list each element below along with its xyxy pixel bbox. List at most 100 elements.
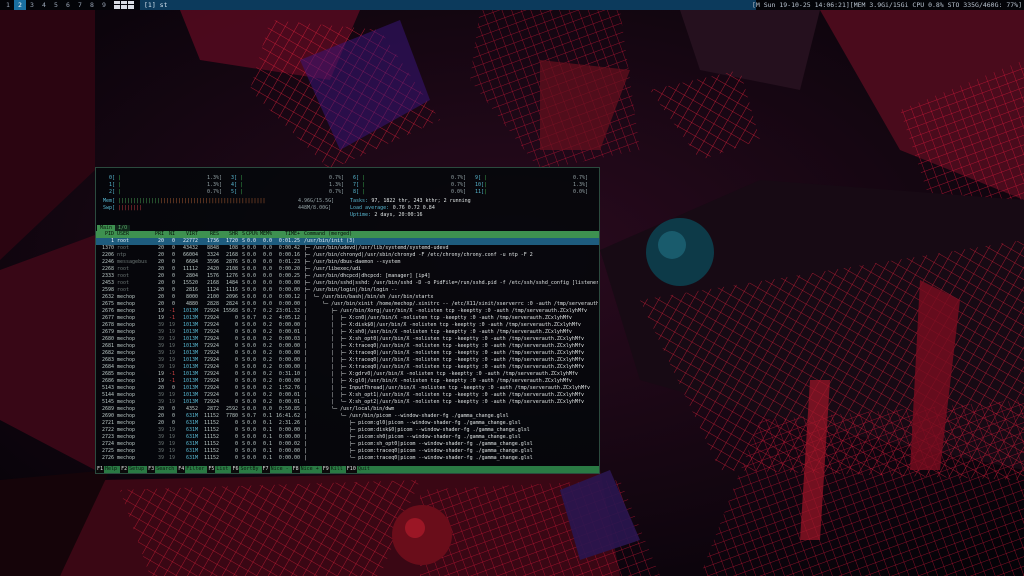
process-row[interactable]: 2723 mechop 39 19 631M 11152 0 S 0.0 0.1 0:00.00 │ … <box>96 434 599 441</box>
process-row[interactable]: 2333 root 20 0 2804 1576 1276 S 0.0 0.0 0:00.25 ├─ … <box>96 273 599 280</box>
cpu-meter-bar: | <box>118 189 122 195</box>
function-key-bar: F1 Help F2 Setup F3 Search F4 Filter F5 List F6 Sor… <box>96 466 599 473</box>
process-row[interactable]: 2725 mechop 39 19 631M 11152 0 S 0.0 0.1 0:00.00 │ … <box>96 448 599 455</box>
layout-icon[interactable] <box>114 1 136 9</box>
htop-terminal[interactable]: 0[| 1.3%] 3[| 0.7%] 6[| 0.7%] 9[| 0.7%] 1[| 1.3%]… <box>95 167 600 474</box>
process-cell-command-merged: │ │ ├─ X:traceq0|/usr/bin/X -nolisten tc… <box>304 357 584 363</box>
process-row[interactable]: 2675 mechop 20 0 4880 2828 2824 S 0.0 0.0 0:00.00 │… <box>96 301 599 308</box>
process-row[interactable]: 2686 mechop 19 -1 1013M 72924 0 S 0.0 0.2 0:00.00 │… <box>96 378 599 385</box>
process-cell-user: mechop <box>117 441 136 447</box>
process-row[interactable]: 2682 mechop 39 19 1013M 72924 0 S 0.0 0.2 0:00.00 │… <box>96 350 599 357</box>
fkey-label-setup[interactable]: Setup <box>128 466 147 473</box>
process-cell-time: 0:00.00 <box>278 357 300 363</box>
process-cell-command-merged: │ ├─ picom:sh_opt0|picom --window-shader… <box>304 441 533 447</box>
fkey-label-help[interactable]: Help <box>104 466 120 473</box>
tag-7[interactable]: 7 <box>74 0 86 10</box>
process-row[interactable]: 5144 mechop 39 19 1013M 72924 0 S 0.0 0.2 0:00.01 │… <box>96 392 599 399</box>
fkey-f10[interactable]: F10 <box>345 466 357 473</box>
process-cell-ni: 0 <box>171 406 175 412</box>
fkey-f1[interactable]: F1 <box>96 466 105 473</box>
fkey-f5[interactable]: F5 <box>207 466 216 473</box>
fkey-label-nice-[interactable]: Nice + <box>300 466 322 473</box>
tag-3[interactable]: 3 <box>26 0 38 10</box>
process-cell-pid: 2722 <box>101 427 114 433</box>
tag-2[interactable]: 2 <box>14 0 26 10</box>
process-row[interactable]: 5143 mechop 20 0 1013M 72924 0 S 0.0 0.2 1:52.76 │ … <box>96 385 599 392</box>
tag-9[interactable]: 9 <box>98 0 110 10</box>
process-row[interactable]: 1370 root 20 0 43432 8848 108 S 0.0 0.0 0:00.42 ├─ … <box>96 245 599 252</box>
process-cell-pid: 2268 <box>101 266 114 272</box>
process-cell-mem: 0.2 <box>262 329 272 335</box>
process-cell-shr: 2096 <box>225 294 238 300</box>
process-row[interactable]: 2677 mechop 19 -1 1013M 72924 0 S 0.7 0.2 4:05.12 │… <box>96 315 599 322</box>
process-cell-pid: 2682 <box>101 350 114 356</box>
process-cell-pid: 5144 <box>101 392 114 398</box>
process-row[interactable]: 2726 mechop 39 19 631M 11152 0 S 0.0 0.1 0:00.00 │ … <box>96 455 599 462</box>
column-header-pid: PID <box>104 231 114 237</box>
process-row[interactable]: 2685 mechop 19 -1 1013M 72924 0 S 0.0 0.2 0:31.10 │… <box>96 371 599 378</box>
process-cell-ni: 0 <box>171 252 175 258</box>
fkey-f2[interactable]: F2 <box>120 466 129 473</box>
process-cell-cpu: 0.0 <box>246 259 256 265</box>
process-row[interactable]: 2676 mechop 19 -1 1013M 72924 15568 S 0.7 0.2 23:0… <box>96 308 599 315</box>
tag-1[interactable]: 1 <box>2 0 14 10</box>
process-cell-ni: 19 <box>168 448 175 454</box>
fkey-f9[interactable]: F9 <box>321 466 330 473</box>
process-row[interactable]: 2268 root 20 0 11112 2420 2108 S 0.0 0.0 0:00.20 ├─… <box>96 266 599 273</box>
fkey-label-kill[interactable]: Kill <box>330 466 346 473</box>
fkey-f7[interactable]: F7 <box>261 466 270 473</box>
process-row[interactable]: 2681 mechop 39 19 1013M 72924 0 S 0.0 0.2 0:00.00 │… <box>96 343 599 350</box>
process-cell-cpu: 0.0 <box>246 336 256 342</box>
process-cell-cpu: 0.0 <box>246 350 256 356</box>
process-row[interactable]: 2683 mechop 39 19 1013M 72924 0 S 0.0 0.2 0:00.00 │… <box>96 357 599 364</box>
process-cell-command-merged: ├─ /usr/bin/sshd|sshd: /usr/bin/sshd -D … <box>304 280 598 286</box>
process-row[interactable]: 2684 mechop 39 19 1013M 72924 0 S 0.0 0.2 0:00.00 │… <box>96 364 599 371</box>
tag-8[interactable]: 8 <box>86 0 98 10</box>
process-row[interactable]: 2246 messagebus 20 0 6684 3596 2876 S 0.0 0.0 0:01… <box>96 259 599 266</box>
fkey-f8[interactable]: F8 <box>291 466 300 473</box>
process-cell-pid: 2684 <box>101 364 114 370</box>
process-row[interactable]: 2690 mechop 20 0 631M 11152 7780 S 0.7 0.1 16:41.6… <box>96 413 599 420</box>
process-row[interactable]: 2453 root 20 0 15520 2168 1484 S 0.0 0.0 0:00.00 ├─… <box>96 280 599 287</box>
process-cell-cpu: 0.0 <box>246 329 256 335</box>
tag-6[interactable]: 6 <box>62 0 74 10</box>
process-row[interactable]: 2206 ntp 20 0 66004 3324 2168 S 0.0 0.0 0:00.16 ├─ … <box>96 252 599 259</box>
column-header-pri: PRI <box>154 231 164 237</box>
process-cell-command-merged: │ │ ├─ X:traceq0|/usr/bin/X -nolisten tc… <box>304 343 584 349</box>
process-cell-virt: 1013M <box>182 385 198 391</box>
process-cell-command-merged: │ │ ├─ InputThread|/usr/bin/X -nolisten … <box>304 385 590 391</box>
fkey-label-nice-[interactable]: Nice - <box>270 466 292 473</box>
process-cell-time: 16:41.62 <box>276 413 301 419</box>
process-cell-command-merged: │ └─ /usr/local/bin/dwm <box>304 406 395 412</box>
process-row[interactable]: 2689 mechop 20 0 4352 2872 2592 S 0.0 0.0 0:50.85 │… <box>96 406 599 413</box>
process-cell-user: mechop <box>117 357 136 363</box>
process-cell-pid: 2333 <box>101 273 114 279</box>
process-row[interactable]: 2632 mechop 20 0 8000 2100 2096 S 0.0 0.0 0:00.12 │… <box>96 294 599 301</box>
fkey-label-filter[interactable]: Filter <box>185 466 207 473</box>
process-cell-cpu: 0.7 <box>246 315 256 321</box>
process-cell-ni: -1 <box>168 378 175 384</box>
fkey-label-list[interactable]: List <box>215 466 231 473</box>
tag-4[interactable]: 4 <box>38 0 50 10</box>
process-cell-mem: 0.2 <box>262 315 272 321</box>
process-cell-time: 0:00.03 <box>278 336 300 342</box>
process-row[interactable]: 2680 mechop 39 19 1013M 72924 0 S 0.0 0.2 0:00.03 │… <box>96 336 599 343</box>
process-row[interactable]: 2678 mechop 39 19 1013M 72924 0 S 0.0 0.2 0:00.00 │… <box>96 322 599 329</box>
process-cell-shr: 15568 <box>222 308 238 314</box>
fkey-label-quit[interactable]: Quit <box>357 466 373 473</box>
tag-5[interactable]: 5 <box>50 0 62 10</box>
fkey-label-sortby[interactable]: SortBy <box>239 466 261 473</box>
fkey-f6[interactable]: F6 <box>231 466 240 473</box>
process-row[interactable]: 2722 mechop 39 19 631M 11152 0 S 0.0 0.1 0:00.00 │ … <box>96 427 599 434</box>
process-cell-user: mechop <box>117 420 136 426</box>
process-row[interactable]: 5145 mechop 39 19 1013M 72924 0 S 0.0 0.2 0:00.01 │… <box>96 399 599 406</box>
process-row[interactable]: 2721 mechop 20 0 631M 11152 0 S 0.0 0.1 2:31.26 │ ├… <box>96 420 599 427</box>
fkey-f3[interactable]: F3 <box>147 466 156 473</box>
fkey-label-search[interactable]: Search <box>155 466 177 473</box>
fkey-f4[interactable]: F4 <box>177 466 186 473</box>
process-row[interactable]: 2598 root 20 0 2816 1124 1116 S 0.0 0.0 0:00.00 ├─ … <box>96 287 599 294</box>
process-row[interactable]: 1 root 20 0 22772 1736 1720 S 0.0 0.0 0:01.25/usr/… <box>96 238 599 245</box>
process-cell-virt: 1013M <box>182 343 198 349</box>
process-row[interactable]: 2679 mechop 39 19 1013M 72924 0 S 0.0 0.2 0:00.01 │… <box>96 329 599 336</box>
process-row[interactable]: 2724 mechop 39 19 631M 11152 0 S 0.0 0.1 0:00.02 │ … <box>96 441 599 448</box>
